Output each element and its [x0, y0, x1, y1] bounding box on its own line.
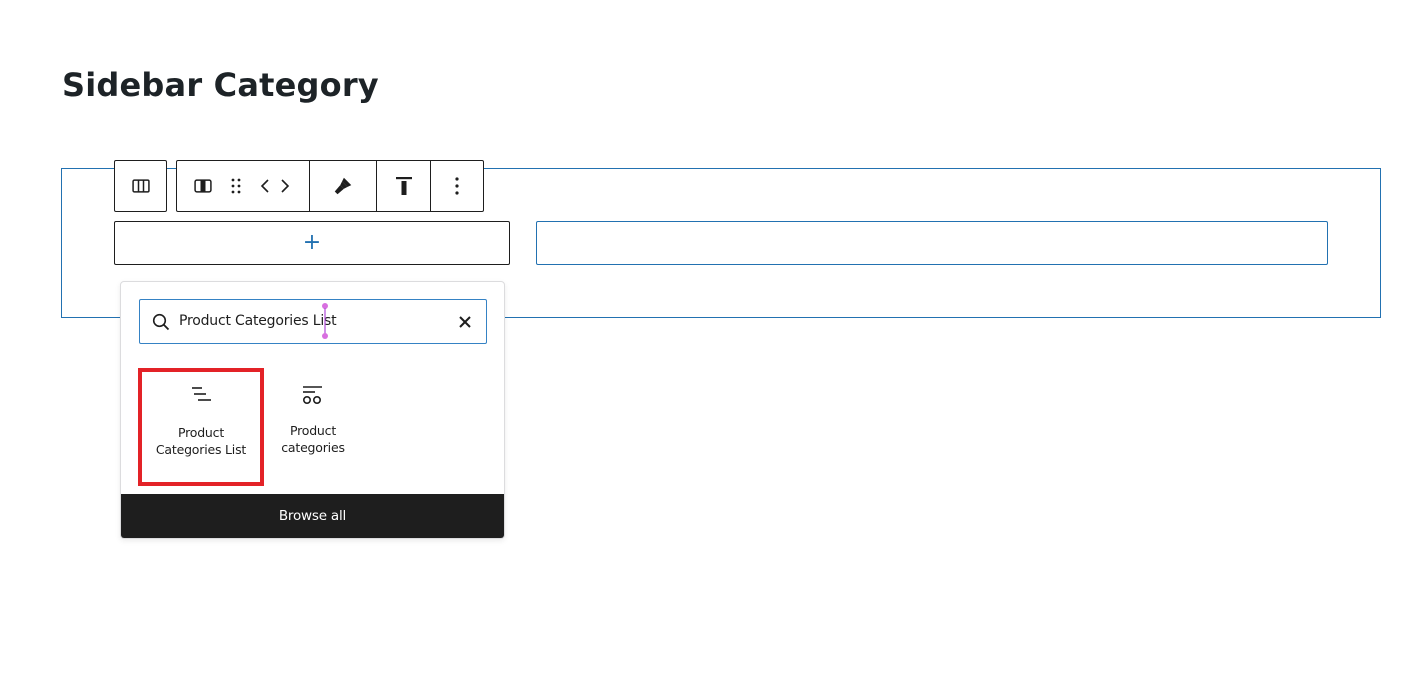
block-option-product-categories[interactable]: Product categories: [250, 368, 376, 486]
categories-icon: [302, 386, 322, 405]
vertical-align-button[interactable]: [377, 161, 430, 211]
align-top-icon: [395, 177, 412, 195]
move-right-button[interactable]: [275, 161, 295, 211]
move-left-button[interactable]: [255, 161, 275, 211]
page-title: Sidebar Category: [62, 66, 379, 104]
block-toolbar: [176, 160, 484, 212]
list-icon: [192, 387, 211, 401]
chevron-left-icon: [260, 179, 269, 193]
toolbar-group-block: [177, 161, 310, 211]
column-icon: [194, 179, 212, 193]
block-option-label: Product categories: [281, 423, 345, 455]
column-left[interactable]: +: [114, 221, 510, 265]
close-icon[interactable]: [456, 313, 474, 331]
search-icon: [152, 313, 170, 331]
chevron-right-icon: [281, 179, 290, 193]
search-input-value: Product Categories List: [179, 313, 337, 329]
toolbar-group-style: [310, 161, 377, 211]
column-type-button[interactable]: [177, 161, 229, 211]
add-block-button[interactable]: +: [303, 232, 321, 254]
toolbar-group-more: [431, 161, 483, 211]
block-search-input[interactable]: Product Categories List: [139, 299, 487, 344]
text-cursor-icon: [322, 303, 328, 339]
block-inserter-popover: Product Categories List Product Categori…: [120, 281, 505, 539]
drag-handle-icon: [231, 178, 241, 194]
more-options-icon: [455, 177, 459, 195]
options-button[interactable]: [431, 161, 483, 211]
brush-icon: [334, 177, 352, 195]
browse-all-button[interactable]: Browse all: [121, 494, 504, 538]
toolbar-group-align: [377, 161, 431, 211]
block-option-product-categories-list[interactable]: Product Categories List: [138, 368, 264, 486]
columns-icon: [131, 179, 150, 193]
drag-handle[interactable]: [229, 161, 243, 211]
column-right[interactable]: [536, 221, 1328, 265]
styles-button[interactable]: [310, 161, 376, 211]
block-option-label: Product Categories List: [155, 425, 247, 457]
select-parent-columns-button[interactable]: [114, 160, 167, 212]
